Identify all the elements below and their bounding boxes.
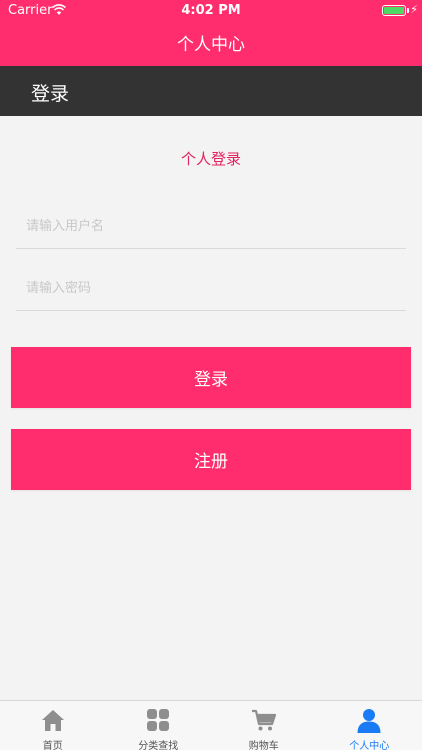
home-icon: [41, 710, 64, 731]
tab-profile-label: 个人中心: [349, 741, 390, 750]
page-title: 个人中心: [177, 35, 245, 55]
tab-category-label: 分类查找: [138, 741, 179, 750]
login-button[interactable]: 登录: [11, 347, 411, 408]
username-field: [16, 205, 406, 249]
cart-icon: [251, 709, 276, 731]
tab-cart-label: 购物车: [248, 741, 279, 750]
battery-icon: [382, 5, 406, 16]
tab-home-label: 首页: [42, 741, 63, 750]
tab-bar: 首页 分类查找 购物车 个人中心: [0, 700, 422, 750]
status-bar: Carrier 4:02 PM ⚡: [0, 0, 422, 22]
status-time: 4:02 PM: [181, 3, 241, 18]
section-bar: 登录: [0, 66, 422, 116]
tab-home[interactable]: 首页: [0, 701, 106, 750]
grid-icon: [147, 709, 170, 731]
charging-icon: ⚡: [410, 3, 418, 16]
username-input[interactable]: [16, 205, 406, 248]
tab-cart[interactable]: 购物车: [211, 701, 317, 750]
tab-category[interactable]: 分类查找: [106, 701, 212, 750]
battery-tip: [407, 8, 409, 13]
person-icon: [357, 709, 381, 733]
section-label: 登录: [31, 83, 70, 105]
tab-profile[interactable]: 个人中心: [317, 701, 422, 750]
password-input[interactable]: [16, 267, 406, 310]
password-field: [16, 267, 406, 311]
login-title: 个人登录: [180, 150, 241, 168]
register-button[interactable]: 注册: [11, 429, 411, 490]
